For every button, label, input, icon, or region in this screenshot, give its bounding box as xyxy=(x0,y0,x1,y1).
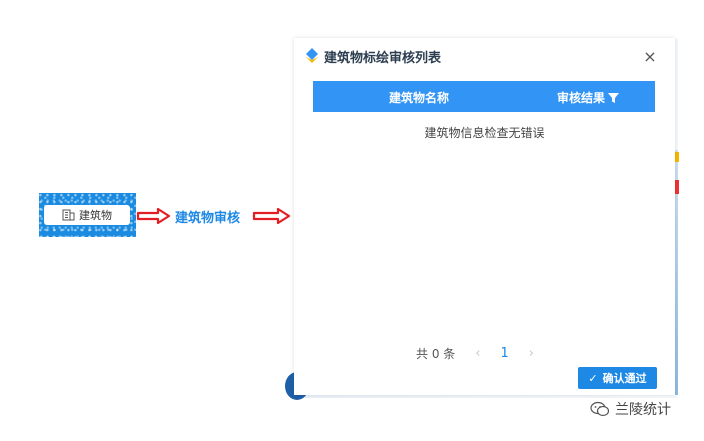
close-icon[interactable]: × xyxy=(643,49,657,65)
table-header: 建筑物名称 审核结果 xyxy=(313,81,655,112)
building-button-crop: 建筑物 xyxy=(39,193,136,237)
arrow-right-icon xyxy=(252,207,291,225)
empty-message: 建筑物信息检查无错误 xyxy=(424,126,545,140)
filter-icon[interactable] xyxy=(608,92,620,103)
app-logo-icon xyxy=(306,48,318,63)
wechat-icon xyxy=(590,401,610,417)
confirm-pass-button[interactable]: ✓ 确认通过 xyxy=(578,367,657,389)
modal-title: 建筑物标绘审核列表 xyxy=(324,50,442,66)
arrow-right-icon xyxy=(136,207,172,225)
column-header-building-name: 建筑物名称 xyxy=(389,91,450,105)
modal-header: 建筑物标绘审核列表 xyxy=(294,38,675,74)
watermark-text: 兰陵统计 xyxy=(615,402,671,418)
building-review-modal: 建筑物标绘审核列表 × 建筑物名称 审核结果 建筑物信息检查无错误 共 0 条 … xyxy=(294,38,675,395)
pagination-next-icon[interactable]: › xyxy=(529,346,534,361)
check-icon: ✓ xyxy=(588,371,598,385)
background-accent xyxy=(675,152,679,162)
column-header-review-result[interactable]: 审核结果 xyxy=(557,89,620,106)
confirm-pass-button-label: 确认通过 xyxy=(602,372,647,385)
building-icon xyxy=(62,209,75,221)
step-label-building-review: 建筑物审核 xyxy=(175,211,241,226)
building-button[interactable]: 建筑物 xyxy=(44,205,130,225)
building-button-label: 建筑物 xyxy=(79,209,112,222)
pagination: 共 0 条 ‹ 1 › xyxy=(416,344,534,362)
watermark: 兰陵统计 xyxy=(590,398,671,420)
pagination-page-1[interactable]: 1 xyxy=(500,346,508,361)
column-header-review-result-label: 审核结果 xyxy=(557,91,606,105)
pagination-total: 共 0 条 xyxy=(416,346,456,361)
background-accent xyxy=(675,180,679,194)
pagination-prev-icon[interactable]: ‹ xyxy=(475,346,480,361)
